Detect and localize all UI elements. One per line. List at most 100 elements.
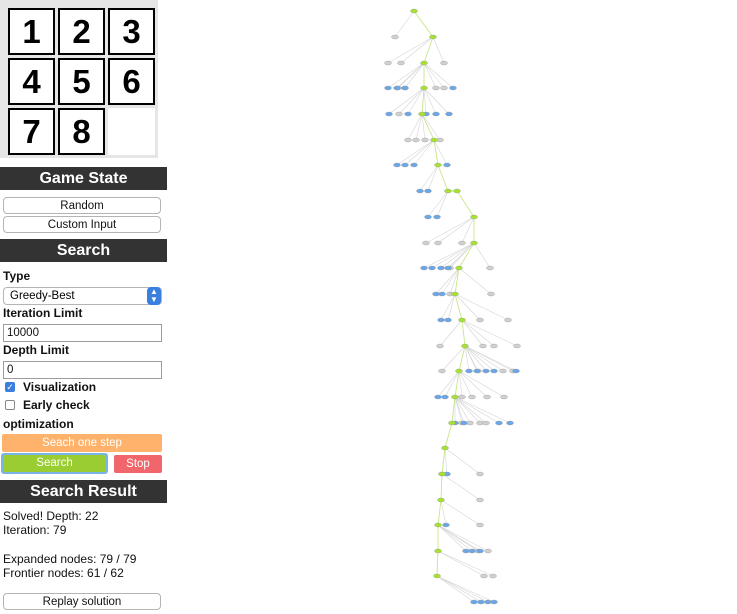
expanded-node[interactable]: [458, 240, 466, 246]
expanded-node[interactable]: [482, 420, 490, 426]
early-check-checkbox[interactable]: [5, 400, 15, 410]
expanded-node[interactable]: [421, 137, 429, 143]
frontier-node[interactable]: [438, 291, 446, 297]
expanded-node[interactable]: [422, 240, 430, 246]
visualization-checkbox[interactable]: ✓: [5, 382, 15, 392]
solution-path-node[interactable]: [434, 162, 442, 168]
frontier-node[interactable]: [473, 368, 481, 374]
solution-path-node[interactable]: [434, 548, 442, 554]
frontier-node[interactable]: [401, 162, 409, 168]
expanded-node[interactable]: [458, 394, 466, 400]
solution-path-node[interactable]: [434, 522, 442, 528]
frontier-node[interactable]: [470, 599, 478, 605]
expanded-node[interactable]: [504, 317, 512, 323]
expanded-node[interactable]: [391, 34, 399, 40]
expanded-node[interactable]: [513, 343, 521, 349]
puzzle-tile[interactable]: 7: [8, 108, 55, 155]
puzzle-tile[interactable]: 2: [58, 8, 105, 55]
expanded-node[interactable]: [484, 548, 492, 554]
search-type-select[interactable]: Greedy-Best ▲ ▼: [3, 287, 162, 305]
frontier-node[interactable]: [384, 85, 392, 91]
frontier-node[interactable]: [416, 188, 424, 194]
frontier-node[interactable]: [442, 522, 450, 528]
expanded-node[interactable]: [486, 265, 494, 271]
frontier-node[interactable]: [490, 599, 498, 605]
solution-path-node[interactable]: [470, 240, 478, 246]
frontier-node[interactable]: [477, 599, 485, 605]
expanded-node[interactable]: [432, 85, 440, 91]
frontier-node[interactable]: [441, 394, 449, 400]
solution-path-node[interactable]: [437, 497, 445, 503]
frontier-node[interactable]: [437, 317, 445, 323]
expanded-node[interactable]: [436, 343, 444, 349]
search-one-step-button[interactable]: Seach one step: [2, 434, 162, 452]
frontier-node[interactable]: [490, 368, 498, 374]
solution-path-node[interactable]: [441, 445, 449, 451]
empty-tile[interactable]: [108, 108, 155, 155]
frontier-node[interactable]: [393, 162, 401, 168]
frontier-node[interactable]: [385, 111, 393, 117]
frontier-node[interactable]: [482, 368, 490, 374]
expanded-node[interactable]: [483, 394, 491, 400]
frontier-node[interactable]: [428, 265, 436, 271]
expanded-node[interactable]: [468, 394, 476, 400]
expanded-node[interactable]: [476, 471, 484, 477]
expanded-node[interactable]: [404, 137, 412, 143]
expanded-node[interactable]: [434, 240, 442, 246]
puzzle-tile[interactable]: 4: [8, 58, 55, 105]
solution-path-node[interactable]: [470, 214, 478, 220]
expanded-node[interactable]: [476, 522, 484, 528]
expanded-node[interactable]: [487, 291, 495, 297]
frontier-node[interactable]: [465, 368, 473, 374]
frontier-node[interactable]: [468, 548, 476, 554]
frontier-node[interactable]: [460, 420, 468, 426]
solution-path-node[interactable]: [461, 343, 469, 349]
frontier-node[interactable]: [506, 420, 514, 426]
puzzle-tile[interactable]: 1: [8, 8, 55, 55]
expanded-node[interactable]: [476, 317, 484, 323]
solution-path-node[interactable]: [420, 60, 428, 66]
expanded-node[interactable]: [490, 343, 498, 349]
frontier-node[interactable]: [424, 214, 432, 220]
expanded-node[interactable]: [479, 343, 487, 349]
solution-path-node[interactable]: [455, 265, 463, 271]
expanded-node[interactable]: [412, 137, 420, 143]
solution-path-node[interactable]: [438, 471, 446, 477]
solution-path-node[interactable]: [429, 34, 437, 40]
frontier-node[interactable]: [512, 368, 520, 374]
expanded-node[interactable]: [438, 368, 446, 374]
frontier-node[interactable]: [495, 420, 503, 426]
frontier-node[interactable]: [444, 317, 452, 323]
replay-solution-button[interactable]: Replay solution: [3, 593, 161, 610]
solution-path-node[interactable]: [448, 420, 456, 426]
frontier-node[interactable]: [443, 162, 451, 168]
expanded-node[interactable]: [440, 60, 448, 66]
frontier-node[interactable]: [401, 85, 409, 91]
puzzle-tile[interactable]: 8: [58, 108, 105, 155]
expanded-node[interactable]: [440, 85, 448, 91]
frontier-node[interactable]: [434, 394, 442, 400]
expanded-node[interactable]: [476, 497, 484, 503]
puzzle-tile[interactable]: 5: [58, 58, 105, 105]
frontier-node[interactable]: [420, 265, 428, 271]
expanded-node[interactable]: [397, 60, 405, 66]
frontier-node[interactable]: [445, 111, 453, 117]
stop-button[interactable]: Stop: [114, 455, 162, 473]
solution-path-node[interactable]: [458, 317, 466, 323]
expanded-node[interactable]: [500, 394, 508, 400]
frontier-node[interactable]: [432, 111, 440, 117]
iteration-limit-input[interactable]: 10000: [3, 324, 162, 342]
solution-path-node[interactable]: [451, 394, 459, 400]
custom-input-button[interactable]: Custom Input: [3, 216, 161, 233]
depth-limit-input[interactable]: 0: [3, 361, 162, 379]
expanded-node[interactable]: [395, 111, 403, 117]
frontier-node[interactable]: [444, 265, 452, 271]
solution-path-node[interactable]: [455, 368, 463, 374]
random-button[interactable]: Random: [3, 197, 161, 214]
expanded-node[interactable]: [480, 573, 488, 579]
expanded-node[interactable]: [499, 368, 507, 374]
solution-path-node[interactable]: [451, 291, 459, 297]
solution-path-node[interactable]: [420, 85, 428, 91]
solution-path-node[interactable]: [433, 573, 441, 579]
search-button[interactable]: Search: [1, 453, 108, 474]
